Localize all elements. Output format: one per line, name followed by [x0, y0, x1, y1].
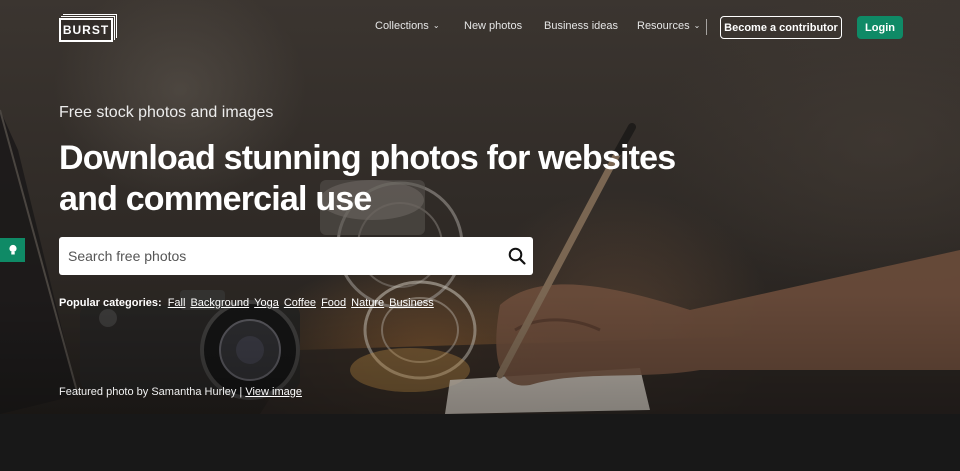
become-contributor-button[interactable]: Become a contributor [720, 16, 842, 39]
featured-credit-text: Featured photo by Samantha Hurley | [59, 386, 243, 398]
top-navigation: BURST Collections ⌄ New photos Business i… [0, 0, 960, 54]
nav-new-photos[interactable]: New photos [464, 20, 522, 32]
hero-headline: Download stunning photos for websites an… [59, 139, 676, 218]
category-link-food[interactable]: Food [321, 297, 346, 309]
page-bottom-strip [0, 414, 960, 471]
category-link-fall[interactable]: Fall [168, 297, 186, 309]
popular-categories: Popular categories: Fall Background Yoga… [59, 297, 434, 309]
view-image-link[interactable]: View image [245, 386, 302, 398]
nav-business-ideas[interactable]: Business ideas [544, 20, 618, 32]
nav-collections-label: Collections [375, 20, 429, 32]
category-link-nature[interactable]: Nature [351, 297, 384, 309]
burst-logo[interactable]: BURST [59, 14, 119, 42]
chevron-down-icon: ⌄ [432, 21, 440, 30]
category-link-business[interactable]: Business [389, 297, 434, 309]
category-link-yoga[interactable]: Yoga [254, 297, 279, 309]
hero-subtitle: Free stock photos and images [59, 104, 274, 121]
nav-resources[interactable]: Resources ⌄ [637, 20, 700, 32]
logo-text: BURST [59, 18, 113, 42]
featured-photo-credit: Featured photo by Samantha Hurley | View… [59, 386, 302, 398]
chevron-down-icon: ⌄ [693, 21, 701, 30]
nav-new-photos-label: New photos [464, 20, 523, 32]
nav-business-ideas-label: Business ideas [544, 20, 618, 32]
nav-collections[interactable]: Collections ⌄ [375, 20, 440, 32]
search-input[interactable] [59, 237, 499, 275]
nav-divider [706, 19, 707, 35]
category-link-background[interactable]: Background [190, 297, 249, 309]
category-link-coffee[interactable]: Coffee [284, 297, 316, 309]
login-button[interactable]: Login [857, 16, 903, 39]
popular-categories-label: Popular categories: [59, 297, 162, 309]
search-icon[interactable] [507, 246, 527, 266]
search-bar [59, 237, 533, 275]
lightbulb-icon [8, 244, 17, 255]
nav-resources-label: Resources [637, 20, 690, 32]
side-feedback-tab[interactable] [0, 238, 25, 262]
